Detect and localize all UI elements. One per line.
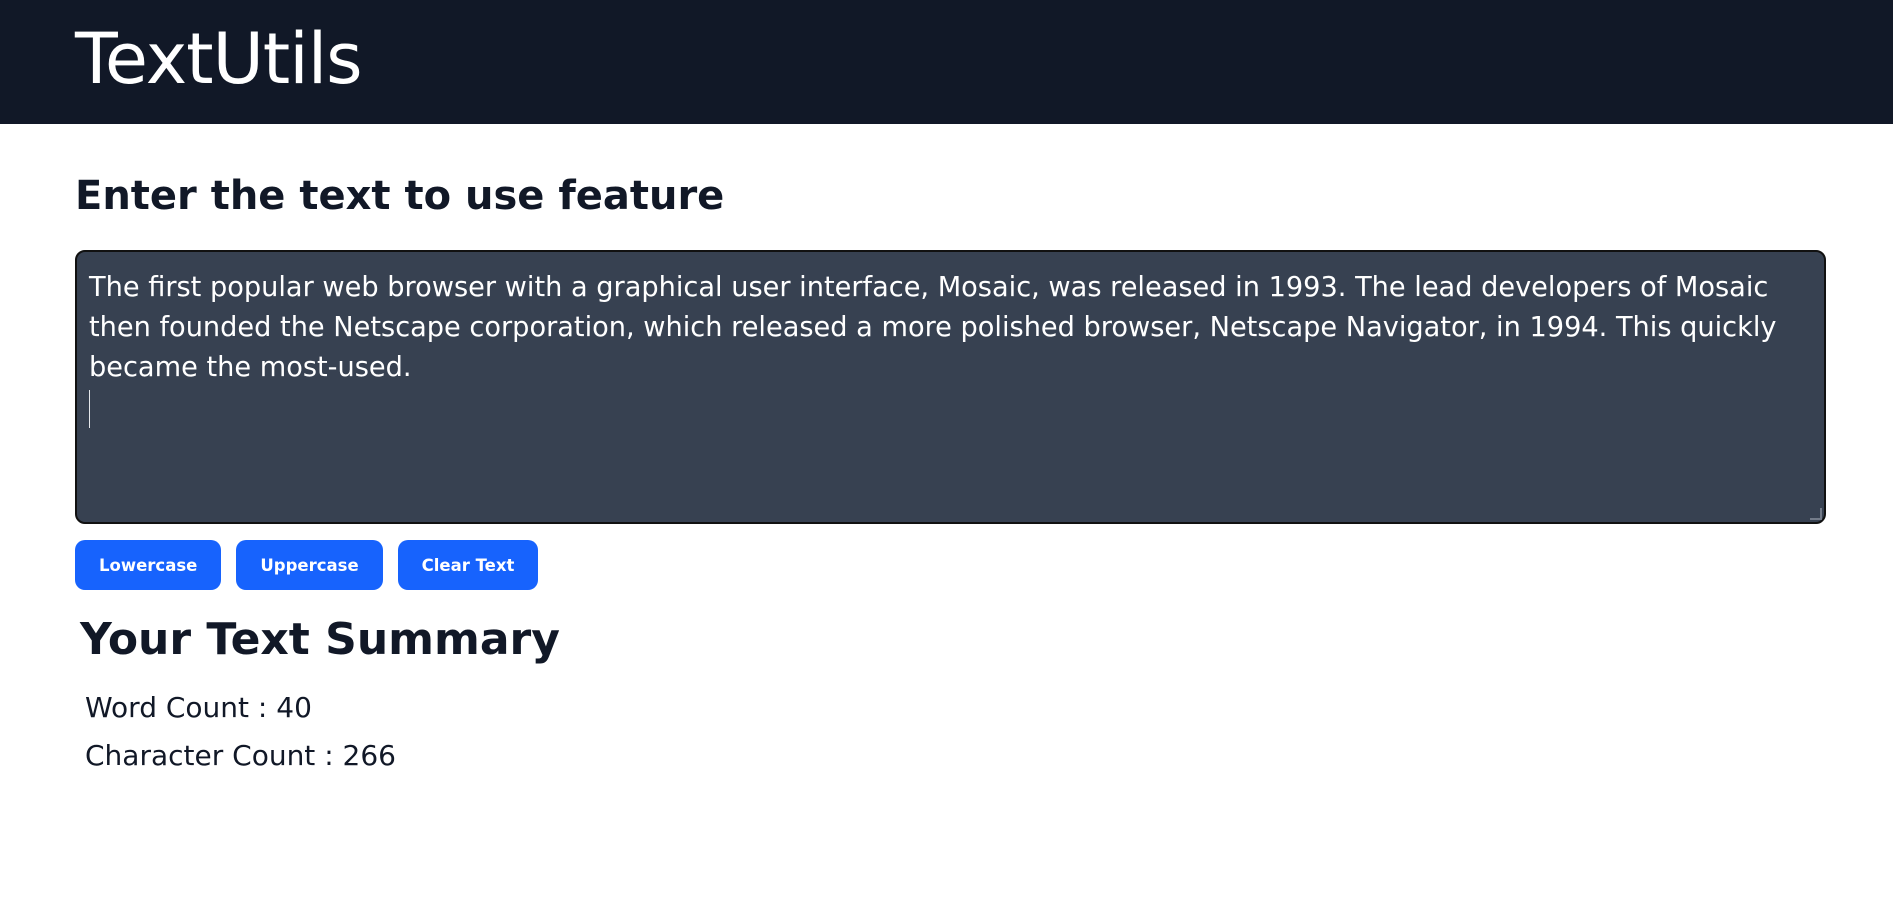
text-input-area[interactable]: The first popular web browser with a gra… bbox=[75, 250, 1826, 524]
word-count-value: 40 bbox=[276, 691, 312, 724]
textarea-content: The first popular web browser with a gra… bbox=[89, 272, 1777, 383]
character-count-line: Character Count : 266 bbox=[85, 742, 1818, 770]
button-group: Lowercase Uppercase Clear Text bbox=[75, 540, 1818, 590]
text-caret bbox=[89, 390, 90, 428]
character-count-value: 266 bbox=[342, 739, 396, 772]
word-count-label: Word Count : bbox=[85, 691, 268, 724]
main-container: Enter the text to use feature The first … bbox=[0, 176, 1893, 770]
uppercase-button[interactable]: Uppercase bbox=[236, 540, 383, 590]
word-count-line: Word Count : 40 bbox=[85, 694, 1818, 722]
clear-text-button[interactable]: Clear Text bbox=[397, 540, 539, 590]
brand-title[interactable]: TextUtils bbox=[75, 18, 363, 100]
character-count-label: Character Count : bbox=[85, 739, 334, 772]
navbar: TextUtils bbox=[0, 0, 1893, 124]
resize-handle-icon[interactable] bbox=[1810, 508, 1822, 520]
page-heading: Enter the text to use feature bbox=[75, 173, 725, 219]
summary-title: Your Text Summary bbox=[80, 614, 560, 665]
lowercase-button[interactable]: Lowercase bbox=[75, 540, 222, 590]
